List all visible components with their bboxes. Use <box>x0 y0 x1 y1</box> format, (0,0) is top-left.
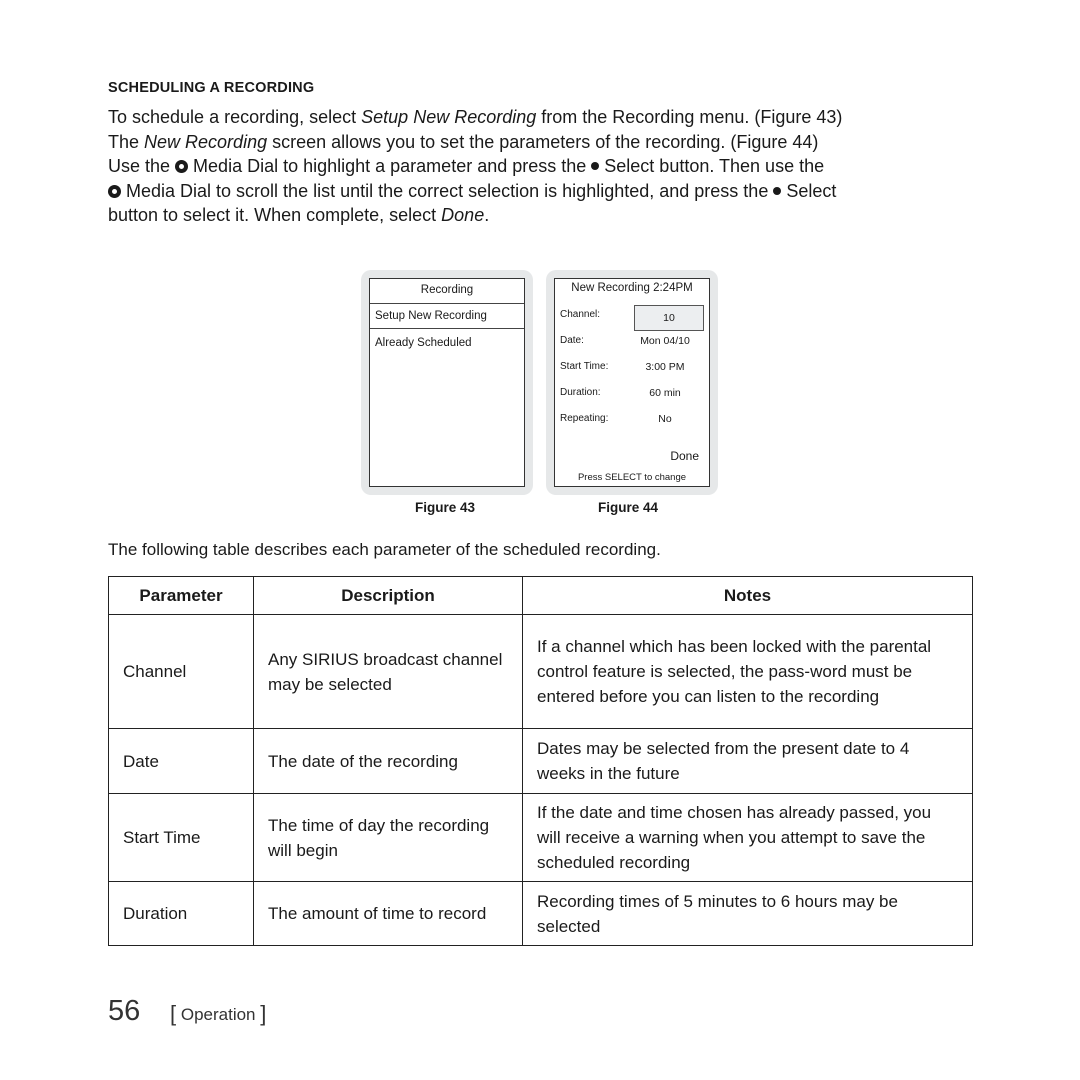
start-time-row[interactable]: Start Time: 3:00 PM <box>560 357 704 377</box>
table-row: Date The date of the recording Dates may… <box>108 728 973 794</box>
table-row: Start Time The time of day the recording… <box>108 793 973 882</box>
header-description: Description <box>253 576 523 615</box>
figure-43-caption: Figure 43 <box>415 500 476 515</box>
bracket-left: [ <box>170 1001 177 1026</box>
start-time-label: Start Time: <box>560 361 609 372</box>
channel-label: Channel: <box>560 309 601 320</box>
text: from the Recording menu. (Figure 43) <box>536 107 843 127</box>
instructions-paragraph: To schedule a recording, select Setup Ne… <box>108 105 978 228</box>
media-dial-icon <box>175 160 189 173</box>
cell-parameter: Start Time <box>108 793 254 882</box>
duration-label: Duration: <box>560 387 601 398</box>
text: Select button. Then use the <box>599 156 825 176</box>
table-intro: The following table describes each param… <box>108 540 661 559</box>
cell-parameter: Channel <box>108 614 254 729</box>
page-number: 56 <box>108 995 141 1027</box>
done-ref: Done <box>441 205 485 225</box>
menu-item-ref: Setup New Recording <box>361 107 537 127</box>
repeating-label: Repeating: <box>560 413 609 424</box>
section-name: Operation <box>180 1005 256 1024</box>
header-parameter: Parameter <box>108 576 254 615</box>
date-row[interactable]: Date: Mon 04/10 <box>560 331 704 351</box>
table-header-row: Parameter Description Notes <box>108 576 973 615</box>
text: button to select it. When complete, sele… <box>108 205 442 225</box>
media-dial-icon <box>108 184 121 198</box>
cell-description: The amount of time to record <box>253 881 523 946</box>
cell-notes: Dates may be selected from the present d… <box>522 728 973 794</box>
text: Media Dial to scroll the list until the … <box>121 180 774 201</box>
screen-ref: New Recording <box>144 131 268 152</box>
channel-row[interactable]: Channel: 10 <box>560 305 704 331</box>
new-recording-screen: New Recording 2:24PM Channel: 10 Date: M… <box>554 278 710 487</box>
date-value: Mon 04/10 <box>640 335 690 347</box>
cell-notes: Recording times of 5 minutes to 6 hours … <box>522 881 973 946</box>
figure-43-device-screen: Recording Setup New Recording Already Sc… <box>361 270 533 495</box>
bracket-right: ] <box>260 1001 267 1026</box>
channel-value-field[interactable]: 10 <box>634 305 704 331</box>
section-heading: SCHEDULING A RECORDING <box>108 80 315 96</box>
menu-item-setup-new-recording[interactable]: Setup New Recording <box>370 304 524 329</box>
cell-parameter: Duration <box>108 881 254 946</box>
text: The <box>108 131 145 152</box>
text: Select <box>781 180 837 201</box>
cell-description: The time of day the recording will begin <box>253 793 523 882</box>
duration-value: 60 min <box>649 387 681 399</box>
figure-44-caption: Figure 44 <box>598 500 659 515</box>
text: To schedule a recording, select <box>108 107 362 127</box>
repeating-value: No <box>658 413 672 425</box>
table-row: Duration The amount of time to record Re… <box>108 881 973 946</box>
header-notes: Notes <box>522 576 973 615</box>
cell-description: The date of the recording <box>253 728 523 794</box>
hint-text: Press SELECT to change <box>577 472 687 483</box>
text: Media Dial to highlight a parameter and … <box>188 156 592 176</box>
cell-description: Any SIRIUS broadcast channel may be sele… <box>253 614 523 729</box>
text: Use the <box>108 156 176 176</box>
text: . <box>484 205 490 225</box>
figure-44-device-screen: New Recording 2:24PM Channel: 10 Date: M… <box>546 270 718 495</box>
text: screen allows you to set the parameters … <box>267 131 819 152</box>
screen-title: New Recording 2:24PM <box>571 282 693 294</box>
repeating-row[interactable]: Repeating: No <box>560 409 704 429</box>
recording-menu-screen: Recording Setup New Recording Already Sc… <box>369 278 525 487</box>
table-row: Channel Any SIRIUS broadcast channel may… <box>108 614 973 729</box>
cell-notes: If a channel which has been locked with … <box>522 614 973 729</box>
cell-notes: If the date and time chosen has already … <box>522 793 973 882</box>
cell-parameter: Date <box>108 728 254 794</box>
section-label: [ Operation ] <box>170 1001 266 1027</box>
screen-title: Recording <box>370 279 524 304</box>
parameter-table: Parameter Description Notes Channel Any … <box>108 576 973 946</box>
start-time-value: 3:00 PM <box>645 361 685 373</box>
done-option[interactable]: Done <box>670 449 699 463</box>
duration-row[interactable]: Duration: 60 min <box>560 383 704 403</box>
date-label: Date: <box>560 335 584 346</box>
menu-item-already-scheduled[interactable]: Already Scheduled <box>370 337 524 349</box>
